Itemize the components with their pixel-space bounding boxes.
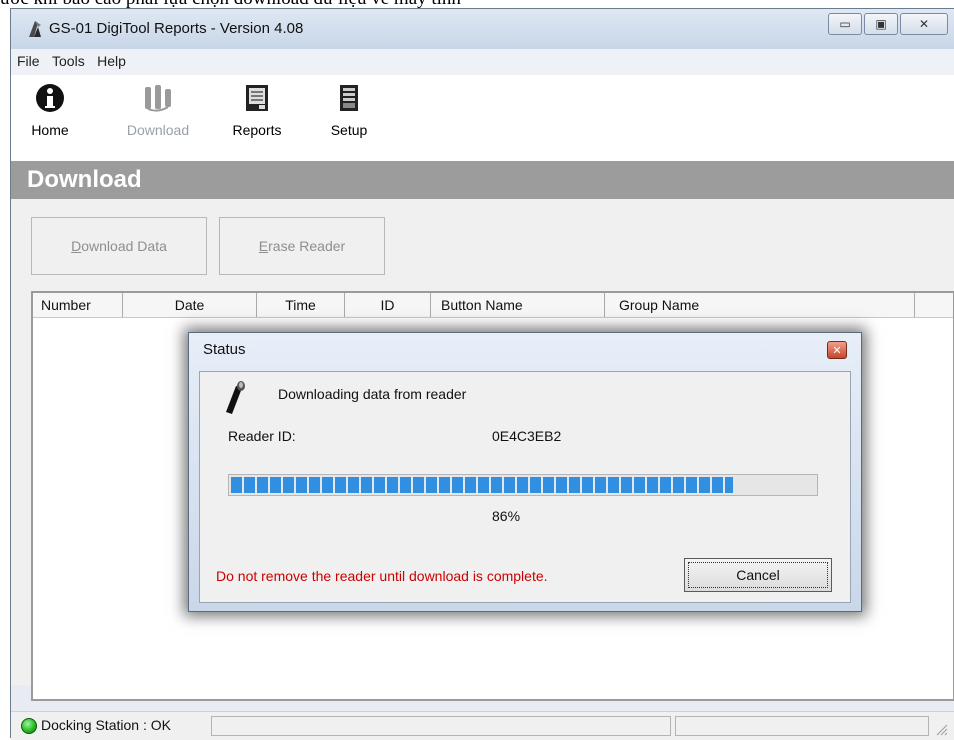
status-panel bbox=[675, 716, 929, 736]
app-logo-icon bbox=[29, 21, 41, 37]
erase-reader-button[interactable]: Erase Reader bbox=[219, 217, 385, 275]
status-dialog: Status ✕ Downloading data from reader Re… bbox=[188, 332, 862, 612]
download-device-icon bbox=[145, 85, 171, 112]
progress-percent: 86% bbox=[492, 508, 521, 524]
dialog-close-button[interactable]: ✕ bbox=[827, 341, 847, 359]
menu-tools[interactable]: Tools bbox=[48, 49, 89, 69]
section-title: Download bbox=[11, 161, 954, 199]
download-label: Download bbox=[126, 122, 190, 138]
title-bar: GS-01 DigiTool Reports - Version 4.08 ▭ … bbox=[11, 9, 954, 49]
reports-label: Reports bbox=[232, 122, 282, 138]
download-data-label: ownload Data bbox=[81, 238, 167, 254]
cancel-label: Cancel bbox=[736, 567, 780, 583]
window-title: GS-01 DigiTool Reports - Version 4.08 bbox=[49, 20, 304, 37]
status-bar: Docking Station : OK bbox=[11, 711, 954, 740]
toolbar: Home Download Reports Setup bbox=[11, 75, 954, 161]
home-label: Home bbox=[31, 122, 69, 138]
reader-id-value: 0E4C3EB2 bbox=[492, 428, 562, 444]
close-icon: ✕ bbox=[918, 17, 930, 31]
setup-document-icon bbox=[340, 85, 358, 111]
warning-text: Do not remove the reader until download … bbox=[216, 568, 548, 584]
close-button[interactable]: ✕ bbox=[900, 13, 948, 35]
reader-id-label: Reader ID: bbox=[228, 428, 296, 444]
menu-bar: File Tools Help bbox=[11, 49, 954, 76]
erase-reader-label: rase Reader bbox=[268, 238, 346, 254]
menu-file[interactable]: File bbox=[11, 49, 44, 69]
dialog-title: Status bbox=[203, 341, 246, 358]
status-panel bbox=[211, 716, 671, 736]
table-header: Number Date Time ID Button Name Group Na… bbox=[33, 293, 953, 318]
download-data-accel: D bbox=[71, 238, 82, 254]
column-header[interactable]: ID bbox=[345, 293, 431, 317]
minimize-button[interactable]: ▭ bbox=[828, 13, 862, 35]
dialog-message: Downloading data from reader bbox=[278, 386, 467, 402]
column-header[interactable]: Time bbox=[257, 293, 345, 317]
setup-tool-button[interactable]: Setup bbox=[321, 83, 377, 138]
info-icon bbox=[36, 84, 64, 112]
maximize-icon: ▣ bbox=[875, 17, 887, 31]
dialog-body: Downloading data from reader Reader ID: … bbox=[199, 371, 851, 603]
docking-status-text: Docking Station : OK bbox=[41, 717, 171, 733]
window-controls: ▭ ▣ ✕ bbox=[828, 13, 948, 35]
resize-grip-icon[interactable] bbox=[934, 722, 948, 736]
reports-book-icon bbox=[246, 85, 268, 111]
column-header[interactable]: Number bbox=[33, 293, 123, 317]
column-header[interactable]: Date bbox=[123, 293, 257, 317]
cancel-button[interactable]: Cancel bbox=[684, 558, 832, 592]
reader-key-icon bbox=[226, 381, 245, 414]
download-progress-bar bbox=[228, 474, 818, 496]
progress-fill bbox=[231, 477, 734, 493]
download-data-button[interactable]: Download Data bbox=[31, 217, 207, 275]
home-tool-button[interactable]: Home bbox=[19, 83, 81, 138]
close-icon: ✕ bbox=[832, 344, 842, 357]
maximize-button[interactable]: ▣ bbox=[864, 13, 898, 35]
column-header[interactable]: Button Name bbox=[431, 293, 605, 317]
column-header[interactable]: Group Name bbox=[605, 293, 915, 317]
setup-label: Setup bbox=[330, 122, 368, 138]
menu-help[interactable]: Help bbox=[93, 49, 130, 69]
download-tool-button[interactable]: Download bbox=[115, 83, 201, 138]
minimize-icon: ▭ bbox=[839, 17, 851, 31]
status-indicator-icon bbox=[21, 718, 37, 734]
erase-reader-accel: E bbox=[258, 238, 269, 254]
reports-tool-button[interactable]: Reports bbox=[221, 83, 293, 138]
column-header-filler bbox=[915, 293, 953, 317]
